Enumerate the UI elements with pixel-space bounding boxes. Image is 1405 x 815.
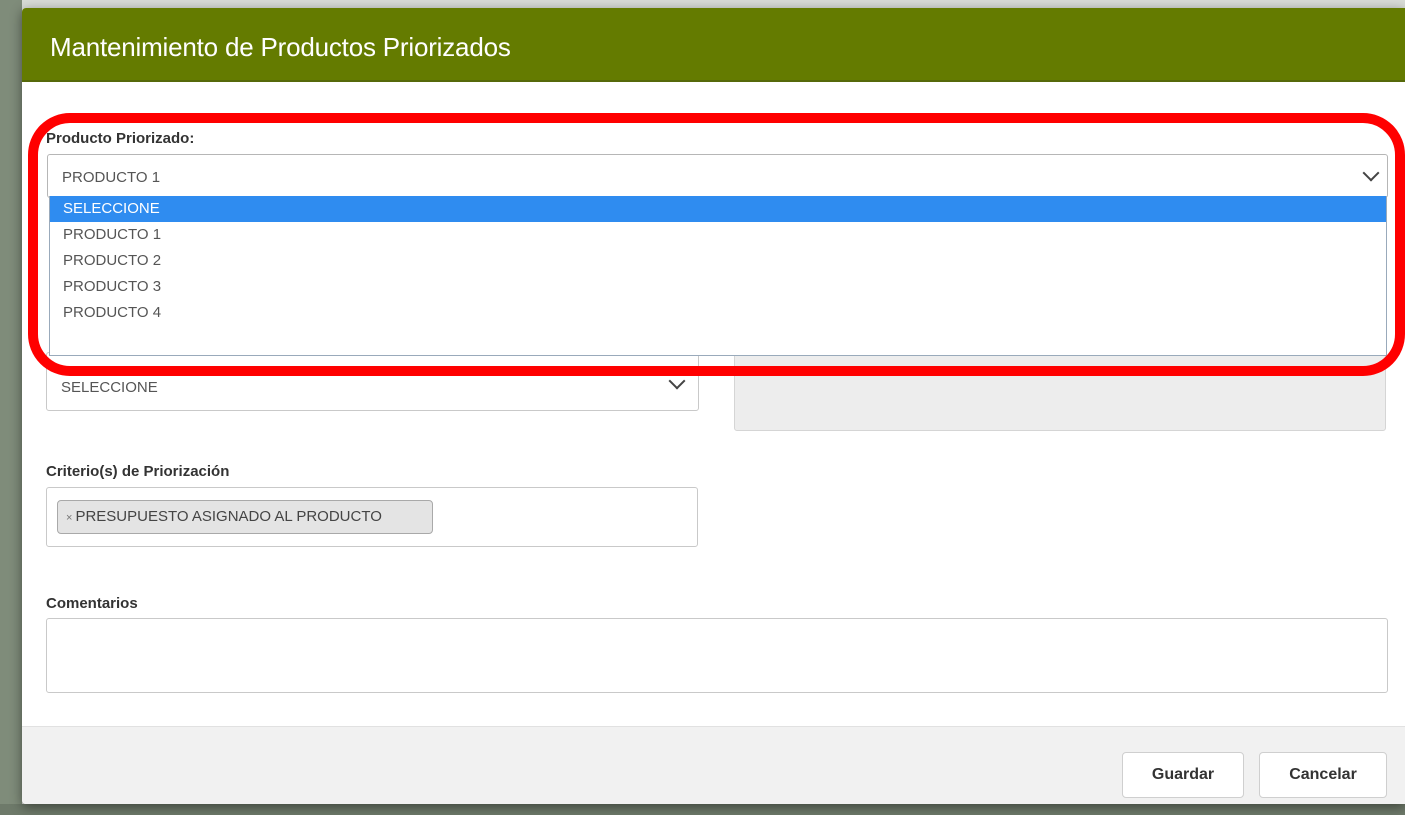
- producto-select[interactable]: PRODUCTO 1: [47, 154, 1388, 198]
- dropdown-option-producto-3[interactable]: PRODUCTO 3: [50, 274, 1386, 300]
- dropdown-option-producto-4[interactable]: PRODUCTO 4: [50, 300, 1386, 326]
- criterios-label: Criterio(s) de Priorización: [46, 463, 230, 480]
- modal-title: Mantenimiento de Productos Priorizados: [50, 32, 511, 62]
- modal-footer: Guardar Cancelar: [22, 726, 1405, 804]
- background-page-edge: [0, 0, 22, 815]
- producto-label: Producto Priorizado:: [46, 130, 195, 147]
- tag-remove-icon[interactable]: ×: [66, 512, 72, 524]
- product-maintenance-modal: Mantenimiento de Productos Priorizados S…: [22, 8, 1405, 804]
- dropdown-option-producto-2[interactable]: PRODUCTO 2: [50, 248, 1386, 274]
- chevron-down-icon: [1362, 164, 1380, 182]
- comentarios-label: Comentarios: [46, 595, 138, 612]
- secondary-select-value: SELECCIONE: [61, 379, 158, 396]
- criterios-multiselect[interactable]: × PRESUPUESTO ASIGNADO AL PRODUCTO: [46, 487, 698, 547]
- cancel-button[interactable]: Cancelar: [1259, 752, 1387, 798]
- save-button[interactable]: Guardar: [1122, 752, 1244, 798]
- chevron-down-icon: [668, 372, 686, 390]
- criterio-tag: × PRESUPUESTO ASIGNADO AL PRODUCTO: [57, 500, 433, 534]
- secondary-select[interactable]: SELECCIONE: [46, 352, 699, 411]
- dropdown-option-producto-1[interactable]: PRODUCTO 1: [50, 222, 1386, 248]
- readonly-field: [734, 352, 1386, 431]
- modal-header: Mantenimiento de Productos Priorizados: [22, 8, 1405, 82]
- criterio-tag-label: PRESUPUESTO ASIGNADO AL PRODUCTO: [75, 508, 382, 525]
- comentarios-textarea[interactable]: [46, 618, 1388, 693]
- dropdown-option-seleccione[interactable]: SELECCIONE: [50, 196, 1386, 222]
- producto-select-value: PRODUCTO 1: [62, 169, 161, 186]
- producto-dropdown-list: SELECCIONE PRODUCTO 1 PRODUCTO 2 PRODUCT…: [49, 196, 1387, 356]
- background-page-bottom: [0, 804, 1405, 815]
